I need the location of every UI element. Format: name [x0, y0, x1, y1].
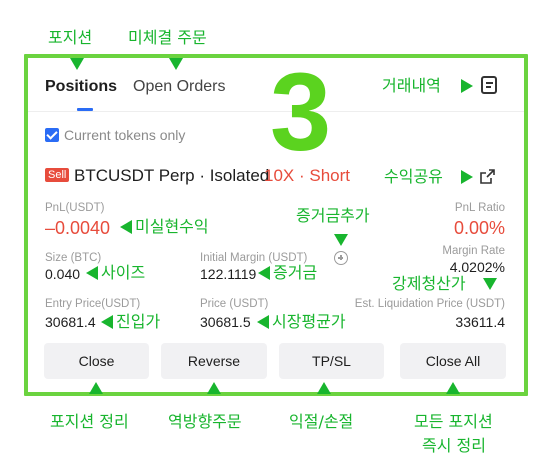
- price-value: 30681.5: [200, 314, 251, 330]
- pnl-ratio-label: PnL Ratio: [454, 202, 505, 214]
- pnl-ratio-value: 0.00%: [453, 218, 505, 238]
- annotation-open-orders-tab: 미체결 주문: [128, 28, 207, 47]
- tpsl-button[interactable]: TP/SL: [279, 343, 384, 379]
- annotation-reverse-button: 역방향주문: [168, 412, 242, 431]
- initial-margin-value: 122.1119: [200, 266, 257, 282]
- arrow-up-icon: [446, 382, 460, 394]
- step-number: 3: [270, 51, 332, 174]
- share-icon[interactable]: [480, 169, 495, 184]
- price-label: Price (USDT): [200, 298, 269, 310]
- position-pair: BTCUSDT Perp · Isolated: [74, 166, 270, 185]
- arrow-down-icon: [483, 278, 497, 290]
- annotation-close-all-line2: 즉시 정리: [422, 436, 486, 455]
- annotation-liquidation-price: 강제청산가: [392, 274, 466, 293]
- arrow-up-icon: [317, 382, 331, 394]
- entry-price-label: Entry Price(USDT): [45, 298, 141, 310]
- arrow-left-icon: [257, 315, 269, 329]
- margin-rate-label: Margin Rate: [442, 245, 505, 257]
- tab-positions[interactable]: Positions: [45, 78, 117, 96]
- annotation-market-price: 시장평균가: [272, 312, 346, 331]
- trade-history-icon[interactable]: [481, 76, 497, 94]
- arrow-down-icon: [334, 234, 348, 246]
- entry-price-value: 30681.4: [45, 314, 96, 330]
- liq-price-value: 33611.4: [455, 314, 505, 330]
- arrow-up-icon: [207, 382, 221, 394]
- annotation-positions-tab: 포지션: [48, 28, 93, 47]
- annotation-trade-history: 거래내역: [382, 76, 441, 95]
- annotation-size: 사이즈: [101, 263, 146, 282]
- arrow-left-icon: [120, 220, 132, 234]
- arrow-left-icon: [101, 315, 113, 329]
- close-button[interactable]: Close: [44, 343, 149, 379]
- arrow-left-icon: [258, 266, 270, 280]
- arrow-up-icon: [89, 382, 103, 394]
- liq-price-label: Est. Liquidation Price (USDT): [354, 298, 505, 310]
- tab-open-orders[interactable]: Open Orders: [133, 78, 225, 96]
- arrow-left-icon: [86, 266, 98, 280]
- close-all-button[interactable]: Close All: [400, 343, 506, 379]
- annotation-add-margin: 증거금추가: [296, 206, 370, 225]
- arrow-right-icon: [461, 170, 473, 184]
- current-tokens-checkbox[interactable]: [45, 128, 59, 142]
- annotation-share-pnl: 수익공유: [384, 167, 443, 186]
- arrow-right-icon: [461, 79, 473, 93]
- annotation-margin: 증거금: [273, 263, 318, 282]
- annotation-tpsl-button: 익절/손절: [289, 412, 354, 431]
- position-leverage: 10X · Short: [264, 166, 350, 185]
- annotation-unrealized-pnl: 미실현수익: [135, 217, 209, 236]
- current-tokens-label[interactable]: Current tokens only: [64, 127, 185, 143]
- size-label: Size (BTC): [45, 252, 102, 264]
- annotation-entry-price: 진입가: [116, 312, 161, 331]
- annotation-close-button: 포지션 정리: [50, 412, 129, 431]
- pnl-label: PnL(USDT): [45, 202, 105, 214]
- size-value: 0.040: [45, 266, 81, 282]
- annotation-close-all-line1: 모든 포지션: [414, 412, 493, 431]
- reverse-button[interactable]: Reverse: [161, 343, 267, 379]
- sell-badge: Sell: [45, 168, 70, 182]
- margin-rate-value: 4.0202%: [449, 259, 505, 275]
- add-margin-icon[interactable]: [334, 251, 348, 265]
- pnl-value: –0.0040: [45, 218, 111, 238]
